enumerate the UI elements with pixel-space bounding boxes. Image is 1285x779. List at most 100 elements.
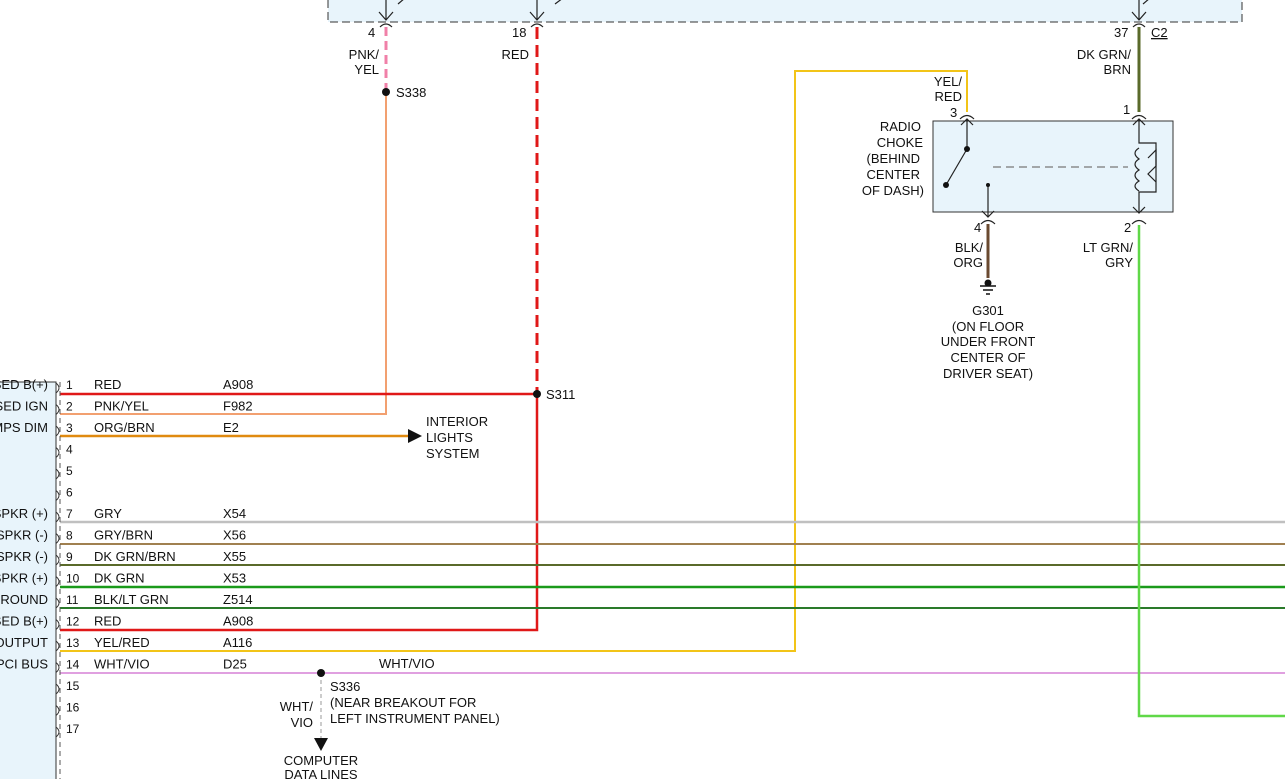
pin-function: ROUND (0, 592, 48, 607)
wire-lt-grn-gry (1137, 225, 1285, 718)
computer-lines-l2: DATA LINES (284, 767, 358, 779)
pin-wire-color: GRY/BRN (94, 528, 153, 543)
pin-wire-color: BLK/LT GRN (94, 592, 169, 607)
pin-wire-color: DK GRN/BRN (94, 549, 176, 564)
choke-label-l5: OF DASH) (862, 183, 924, 198)
pin-wire-color: DK GRN (94, 571, 145, 586)
pin-circuit-id: X54 (223, 506, 246, 521)
ground-symbol (980, 285, 996, 295)
choke-pin4-color-l1: BLK/ (955, 240, 984, 255)
choke-contact-mid (986, 183, 990, 187)
pin37-color-l1: DK GRN/ (1077, 47, 1132, 62)
top-connector-box (327, 0, 1243, 23)
pin-circuit-id: D25 (223, 657, 247, 672)
choke-pin2-color-l2: GRY (1105, 255, 1133, 270)
choke-pin4-number: 4 (974, 220, 981, 235)
splice-s338-dot (382, 88, 390, 96)
pin-circuit-id: E2 (223, 420, 239, 435)
pin-number: 9 (66, 550, 73, 564)
interior-lights-arrow (408, 429, 422, 443)
interior-lights-l1: INTERIOR (426, 414, 488, 429)
pin-number: 14 (66, 658, 80, 672)
pin-wire-color: PNK/YEL (94, 399, 149, 414)
ground-id: G301 (972, 303, 1004, 318)
pin4-number: 4 (368, 25, 375, 40)
ground-dot (984, 279, 992, 287)
wiring-diagram: 4 PNK/ YEL S338 18 RED S311 37 C2 DK GRN… (0, 0, 1285, 779)
splice-s311-dot (533, 390, 541, 398)
computer-wire-color-l2: VIO (291, 715, 313, 730)
wire-pnk-yel-s338-to-pin2 (60, 92, 387, 415)
pin-number: 12 (66, 615, 80, 629)
pin-wire-color: ORG/BRN (94, 420, 155, 435)
pin4-color-l1: PNK/ (349, 47, 380, 62)
pin-number: 6 (66, 486, 73, 500)
pin37-number: 37 (1114, 25, 1128, 40)
ground-desc-l1: (ON FLOOR (952, 319, 1024, 334)
pin-circuit-id: A116 (223, 635, 252, 650)
choke-label-l2: CHOKE (877, 135, 924, 150)
s336-desc-l1: (NEAR BREAKOUT FOR (330, 695, 476, 710)
wht-vio-bus-label: WHT/VIO (379, 656, 435, 671)
pin-wire-color: GRY (94, 506, 122, 521)
pin-function: OUTPUT (0, 635, 48, 650)
choke-label-l4: CENTER (867, 167, 920, 182)
pin-number: 11 (66, 593, 79, 607)
pin-number: 10 (66, 572, 80, 586)
choke-contact-left (943, 182, 949, 188)
choke-pin4-color-l2: ORG (953, 255, 983, 270)
pin-number: 7 (66, 507, 73, 521)
pin-wire-color: WHT/VIO (94, 657, 150, 672)
pin-number: 15 (66, 679, 80, 693)
choke-label-l1: RADIO (880, 119, 921, 134)
choke-pin3-color-l2: RED (935, 89, 962, 104)
interior-lights-l2: LIGHTS (426, 430, 473, 445)
pin-function: SPKR (+) (0, 571, 48, 586)
pin-function: SPKR (+) (0, 506, 48, 521)
choke-pin3-color-l1: YEL/ (934, 74, 963, 89)
choke-pin2-color-l1: LT GRN/ (1083, 240, 1133, 255)
pin-circuit-id: Z514 (223, 592, 253, 607)
s336-desc-l2: LEFT INSTRUMENT PANEL) (330, 711, 500, 726)
pin-number: 17 (66, 722, 80, 736)
pin-function: SPKR (-) (0, 549, 48, 564)
pin-number: 8 (66, 529, 73, 543)
interior-lights-l3: SYSTEM (426, 446, 479, 461)
pin-function: SED B(+) (0, 377, 48, 392)
pin-function: SED IGN (0, 399, 48, 414)
pin-number: 5 (66, 464, 73, 478)
s311-label: S311 (546, 387, 575, 402)
computer-lines-l1: COMPUTER (284, 753, 358, 768)
pin-circuit-id: X53 (223, 571, 246, 586)
computer-lines-arrow (314, 738, 328, 751)
choke-pin3-number: 3 (950, 105, 957, 120)
ground-desc-l2: UNDER FRONT (941, 334, 1036, 349)
pin-circuit-id: F982 (223, 399, 253, 414)
pin-number: 2 (66, 400, 73, 414)
connector-c2-label: C2 (1151, 25, 1168, 40)
pin37-color-l2: BRN (1104, 62, 1131, 77)
ground-desc-l3: CENTER OF (950, 350, 1025, 365)
choke-label-l3: (BEHIND (867, 151, 920, 166)
pin18-color: RED (502, 47, 529, 62)
pin-circuit-id: X55 (223, 549, 246, 564)
pin-circuit-id: A908 (223, 614, 253, 629)
pin-function: MPS DIM (0, 420, 48, 435)
pin-number: 3 (66, 421, 73, 435)
pin-function: SED B(+) (0, 614, 48, 629)
pin4-color-l2: YEL (354, 62, 379, 77)
pin-circuit-id: A908 (223, 377, 253, 392)
splice-s336-dot (317, 669, 325, 677)
ground-desc-l4: DRIVER SEAT) (943, 366, 1033, 381)
pin-wire-color: RED (94, 377, 121, 392)
choke-pin1-number: 1 (1123, 102, 1130, 117)
pin-number: 4 (66, 443, 73, 457)
computer-wire-color-l1: WHT/ (280, 699, 314, 714)
pin-number: 16 (66, 701, 80, 715)
pin-wire-color: YEL/RED (94, 635, 150, 650)
s336-label: S336 (330, 679, 360, 694)
pin-wire-color: RED (94, 614, 121, 629)
pin-number: 13 (66, 636, 80, 650)
pin-number: 1 (66, 378, 73, 392)
pin-circuit-id: X56 (223, 528, 246, 543)
